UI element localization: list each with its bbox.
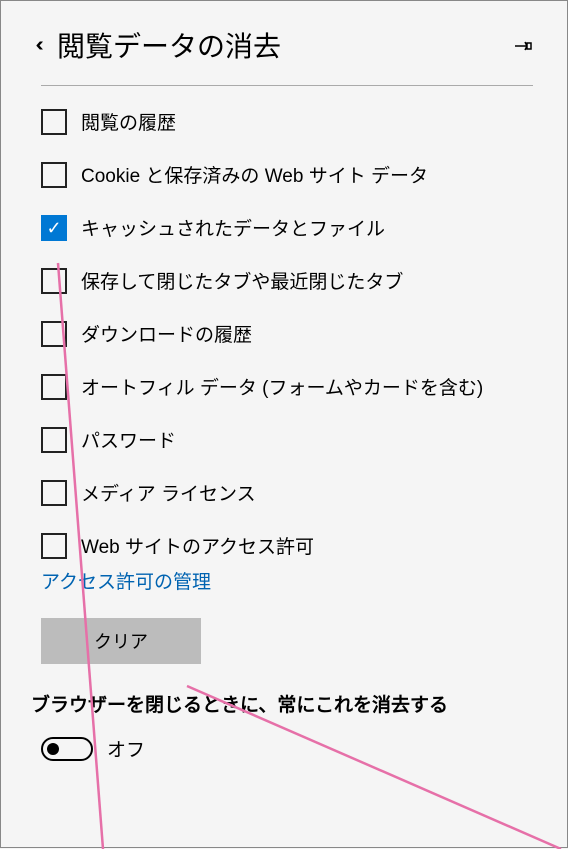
option-passwords: パスワード [41, 426, 527, 453]
always-clear-toggle[interactable] [41, 737, 93, 761]
option-label: メディア ライセンス [81, 479, 256, 506]
check-icon: ✓ [46, 219, 61, 237]
option-label: キャッシュされたデータとファイル [81, 214, 385, 241]
header-divider [41, 85, 533, 86]
checkbox-cookies[interactable] [41, 162, 67, 188]
toggle-row: オフ [1, 735, 567, 762]
option-cookies: Cookie と保存済みの Web サイト データ [41, 161, 527, 188]
toggle-knob-icon [47, 743, 59, 755]
option-cached-data: ✓ キャッシュされたデータとファイル [41, 214, 527, 241]
option-media-licenses: メディア ライセンス [41, 479, 527, 506]
checkbox-cached-data[interactable]: ✓ [41, 215, 67, 241]
option-browsing-history: 閲覧の履歴 [41, 108, 527, 135]
option-autofill: オートフィル データ (フォームやカードを含む) [41, 373, 527, 400]
checkbox-media-licenses[interactable] [41, 480, 67, 506]
checkbox-autofill[interactable] [41, 374, 67, 400]
pin-icon[interactable] [513, 39, 533, 60]
checkbox-download-history[interactable] [41, 321, 67, 347]
checkbox-closed-tabs[interactable] [41, 268, 67, 294]
always-clear-heading: ブラウザーを閉じるときに、常にこれを消去する [1, 690, 567, 717]
options-list: 閲覧の履歴 Cookie と保存済みの Web サイト データ ✓ キャッシュさ… [1, 108, 567, 559]
option-label: パスワード [81, 426, 176, 453]
checkbox-passwords[interactable] [41, 427, 67, 453]
panel-title: 閲覧データの消去 [57, 25, 281, 65]
option-label: ダウンロードの履歴 [81, 320, 252, 347]
manage-permissions-link[interactable]: アクセス許可の管理 [41, 567, 567, 594]
option-site-permissions: Web サイトのアクセス許可 [41, 532, 527, 559]
clear-button[interactable]: クリア [41, 618, 201, 664]
option-download-history: ダウンロードの履歴 [41, 320, 527, 347]
toggle-label: オフ [107, 735, 145, 762]
option-closed-tabs: 保存して閉じたタブや最近閉じたタブ [41, 267, 527, 294]
option-label: オートフィル データ (フォームやカードを含む) [81, 373, 483, 400]
checkbox-site-permissions[interactable] [41, 533, 67, 559]
panel-header: ‹‹ 閲覧データの消去 [1, 1, 567, 85]
checkbox-browsing-history[interactable] [41, 109, 67, 135]
option-label: 保存して閉じたタブや最近閉じたタブ [81, 267, 403, 294]
option-label: Cookie と保存済みの Web サイト データ [81, 161, 428, 188]
option-label: 閲覧の履歴 [81, 108, 176, 135]
option-label: Web サイトのアクセス許可 [81, 532, 314, 559]
clear-browsing-data-panel: ‹‹ 閲覧データの消去 閲覧の履歴 Cookie と保存済みの Web サイト … [0, 0, 568, 848]
